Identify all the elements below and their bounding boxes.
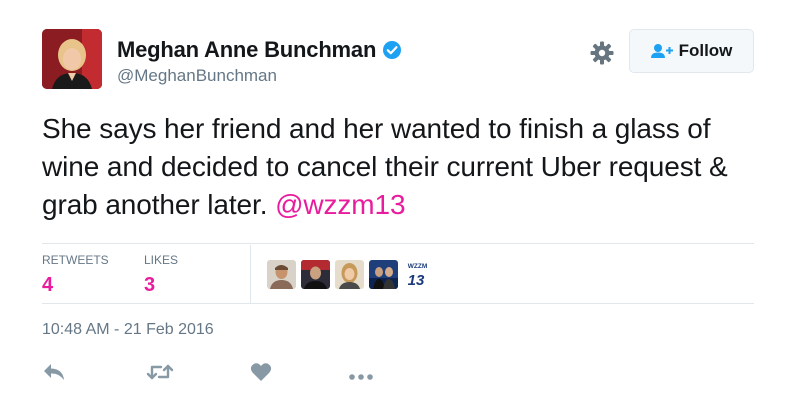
- follow-button-label: Follow: [678, 41, 733, 60]
- tweet-stats: RETWEETS 4 LIKES 3 WZZM 13: [42, 245, 754, 303]
- verified-badge-icon: [382, 40, 402, 60]
- retweets-count: 4: [42, 274, 54, 296]
- tweet-timestamp[interactable]: 10:48 AM - 21 Feb 2016: [42, 321, 214, 339]
- liker-logo-text: WZZM: [408, 263, 428, 270]
- likes-label: LIKES: [144, 253, 179, 267]
- follow-button[interactable]: Follow: [629, 29, 754, 73]
- tweet-text: She says her friend and her wanted to fi…: [42, 110, 762, 224]
- liker-logo-number: 13: [408, 272, 425, 289]
- liker-avatar-wzzm-logo[interactable]: WZZM 13: [403, 260, 432, 289]
- more-icon[interactable]: [348, 368, 374, 386]
- author-avatar[interactable]: [42, 29, 102, 89]
- retweets-stat[interactable]: RETWEETS 4: [42, 253, 109, 297]
- liker-avatar[interactable]: [267, 260, 296, 289]
- author-handle[interactable]: @MeghanBunchman: [117, 66, 402, 86]
- retweets-label: RETWEETS: [42, 253, 109, 267]
- stats-separator: [250, 245, 251, 303]
- author-avatar-image: [42, 29, 102, 89]
- likes-count: 3: [144, 274, 156, 296]
- stats-top-divider: [42, 243, 754, 244]
- retweet-icon[interactable]: [146, 362, 174, 387]
- liker-avatars: WZZM 13: [267, 260, 437, 289]
- liker-avatar[interactable]: [301, 260, 330, 289]
- tweet-actions: [42, 360, 442, 390]
- like-icon[interactable]: [250, 362, 272, 387]
- add-user-icon: [650, 44, 673, 58]
- liker-avatar[interactable]: [335, 260, 364, 289]
- author-name[interactable]: Meghan Anne Bunchman: [117, 37, 376, 63]
- liker-avatar[interactable]: [369, 260, 398, 289]
- gear-icon[interactable]: [589, 40, 615, 66]
- stats-bottom-divider: [42, 303, 754, 304]
- likes-stat[interactable]: LIKES 3: [144, 253, 178, 297]
- author-header: Meghan Anne Bunchman @MeghanBunchman: [117, 37, 402, 86]
- tweet-mention-link[interactable]: @wzzm13: [275, 189, 406, 220]
- reply-icon[interactable]: [42, 362, 66, 387]
